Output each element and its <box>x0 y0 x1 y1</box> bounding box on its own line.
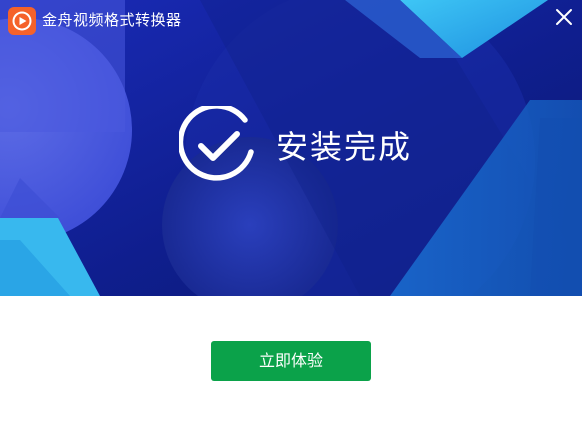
title-bar: 金舟视频格式转换器 <box>0 0 582 40</box>
play-logo-icon <box>8 7 36 35</box>
app-title: 金舟视频格式转换器 <box>42 11 182 29</box>
install-complete-message: 安装完成 <box>276 128 413 166</box>
check-circle-icon <box>179 106 254 181</box>
close-icon[interactable] <box>554 7 574 27</box>
try-now-button[interactable]: 立即体验 <box>211 341 371 381</box>
